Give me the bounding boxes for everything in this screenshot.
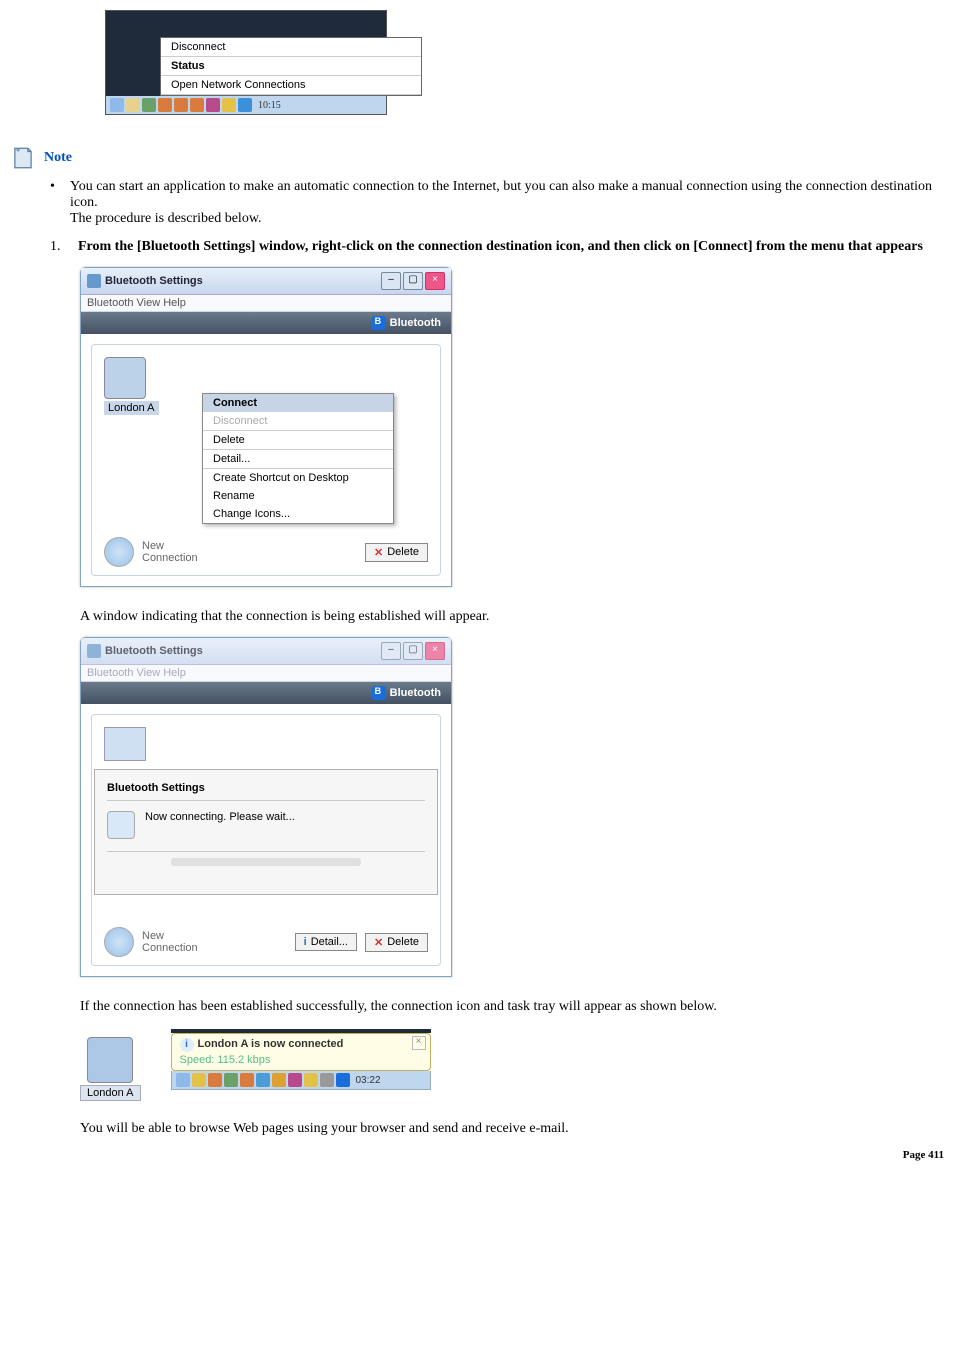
tray-icon — [272, 1073, 286, 1087]
tray-icon — [158, 98, 172, 112]
info-icon: i — [180, 1038, 194, 1052]
tray-icon — [304, 1073, 318, 1087]
bluetooth-settings-window-connecting: Bluetooth Settings – ▢ × Bluetooth View … — [80, 637, 452, 977]
progress-icon — [107, 811, 135, 839]
tray-icon — [110, 98, 124, 112]
open-netconn-item[interactable]: Open Network Connections — [161, 76, 421, 95]
task-tray: 10:15 — [106, 96, 386, 114]
detail-button[interactable]: iDetail... — [295, 933, 357, 951]
bluetooth-logo-icon — [372, 316, 386, 330]
tray-icon — [206, 98, 220, 112]
balloon-title: London A is now connected — [198, 1038, 344, 1050]
note-icon — [10, 145, 36, 171]
task-tray: 03:22 — [171, 1071, 431, 1090]
tray-icon — [222, 98, 236, 112]
window-icon — [87, 274, 101, 288]
maximize-button[interactable]: ▢ — [403, 642, 423, 660]
device-icon[interactable] — [104, 357, 146, 399]
tray-icon — [288, 1073, 302, 1087]
delete-button[interactable]: ✕Delete — [365, 933, 428, 952]
bluetooth-banner: Bluetooth — [81, 312, 451, 334]
final-paragraph: You will be able to browse Web pages usi… — [80, 1121, 944, 1137]
bullet-dot: • — [50, 179, 70, 227]
minimize-button[interactable]: – — [381, 642, 401, 660]
dialog-title: Bluetooth Settings — [107, 778, 425, 800]
connected-device-icon: London A — [80, 1029, 141, 1101]
close-button[interactable]: × — [425, 642, 445, 660]
menu-bar: Bluetooth View Help — [81, 665, 451, 682]
tray-icon — [238, 98, 252, 112]
tray-icon — [176, 1073, 190, 1087]
note-body-2: The procedure is described below. — [70, 211, 262, 226]
x-icon: ✕ — [374, 936, 383, 949]
tray-icon — [190, 98, 204, 112]
new-connection-icon[interactable] — [104, 537, 134, 567]
window-title: Bluetooth Settings — [105, 275, 381, 287]
tray-icon — [192, 1073, 206, 1087]
info-icon: i — [304, 936, 307, 948]
step-number: 1. — [50, 239, 78, 255]
ctx-shortcut[interactable]: Create Shortcut on Desktop — [203, 469, 393, 487]
maximize-button[interactable]: ▢ — [403, 272, 423, 290]
ctx-disconnect: Disconnect — [203, 412, 393, 430]
tray-icon — [240, 1073, 254, 1087]
ctx-delete[interactable]: Delete — [203, 431, 393, 449]
window-title: Bluetooth Settings — [105, 645, 381, 657]
bluetooth-logo-icon — [372, 686, 386, 700]
disconnect-item[interactable]: Disconnect — [161, 38, 421, 57]
close-button[interactable]: × — [425, 272, 445, 290]
ctx-detail[interactable]: Detail... — [203, 450, 393, 468]
status-item[interactable]: Status — [161, 57, 421, 76]
step-1-text: From the [Bluetooth Settings] window, ri… — [78, 239, 923, 255]
device-label: London A — [104, 401, 159, 415]
note-body-1: You can start an application to make an … — [70, 179, 932, 210]
mid-paragraph: A window indicating that the connection … — [80, 609, 944, 625]
tray-icon — [224, 1073, 238, 1087]
balloon-close-icon[interactable]: × — [412, 1036, 426, 1050]
bluetooth-banner: Bluetooth — [81, 682, 451, 704]
connected-device-label: London A — [80, 1085, 141, 1101]
ctx-connect[interactable]: Connect — [203, 394, 393, 412]
window-icon — [87, 644, 101, 658]
minimize-button[interactable]: – — [381, 272, 401, 290]
tray-icon — [336, 1073, 350, 1087]
x-icon: ✕ — [374, 546, 383, 559]
tray-icon — [256, 1073, 270, 1087]
tray-icon — [320, 1073, 334, 1087]
clock: 10:15 — [258, 100, 281, 111]
tray-icon — [208, 1073, 222, 1087]
balloon-tip: × i London A is now connected Speed: 115.… — [171, 1033, 431, 1071]
note-heading: Note — [44, 150, 72, 166]
new-connection-label: New Connection — [142, 930, 198, 954]
tray-icon — [142, 98, 156, 112]
dialog-text: Now connecting. Please wait... — [145, 811, 295, 823]
new-connection-label: New Connection — [142, 540, 198, 564]
ctx-rename[interactable]: Rename — [203, 487, 393, 505]
clock: 03:22 — [356, 1075, 381, 1086]
page-number: Page 411 — [10, 1149, 944, 1161]
menu-bar[interactable]: Bluetooth View Help — [81, 295, 451, 312]
context-menu: Connect Disconnect Delete Detail... Crea… — [202, 393, 394, 524]
balloon-speed: Speed: 115.2 kbps — [180, 1054, 422, 1066]
after-paragraph: If the connection has been established s… — [80, 999, 944, 1015]
tray-icon — [126, 98, 140, 112]
delete-button[interactable]: ✕Delete — [365, 543, 428, 562]
ctx-change-icons[interactable]: Change Icons... — [203, 505, 393, 523]
new-connection-icon[interactable] — [104, 927, 134, 957]
bluetooth-settings-window: Bluetooth Settings – ▢ × Bluetooth View … — [80, 267, 452, 587]
tray-icon — [174, 98, 188, 112]
